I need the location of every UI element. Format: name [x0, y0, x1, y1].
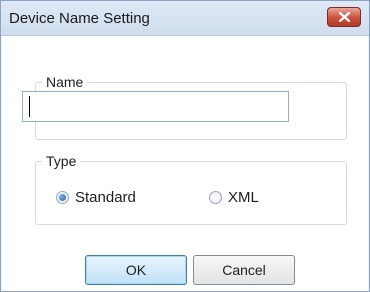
radio-selected-icon[interactable]	[56, 190, 69, 204]
radio-standard-label: Standard	[75, 188, 136, 206]
dialog-body: Name Type Standard XML OK Cancel	[2, 36, 368, 291]
radio-xml-label: XML	[228, 188, 259, 206]
radio-xml[interactable]: XML	[209, 188, 259, 206]
close-icon	[339, 12, 350, 22]
close-button[interactable]	[327, 7, 361, 27]
cancel-button[interactable]: Cancel	[193, 255, 295, 285]
radio-standard[interactable]: Standard	[56, 188, 136, 206]
title-bar: Device Name Setting	[1, 1, 369, 36]
ok-button[interactable]: OK	[85, 255, 187, 285]
type-group-label: Type	[46, 153, 77, 169]
device-name-setting-dialog: Device Name Setting Name Type Standard X…	[0, 0, 370, 292]
name-group-label: Name	[46, 74, 84, 90]
name-input[interactable]	[22, 91, 289, 122]
dialog-title: Device Name Setting	[9, 10, 150, 27]
radio-unselected-icon[interactable]	[209, 190, 222, 204]
text-caret	[29, 96, 30, 117]
